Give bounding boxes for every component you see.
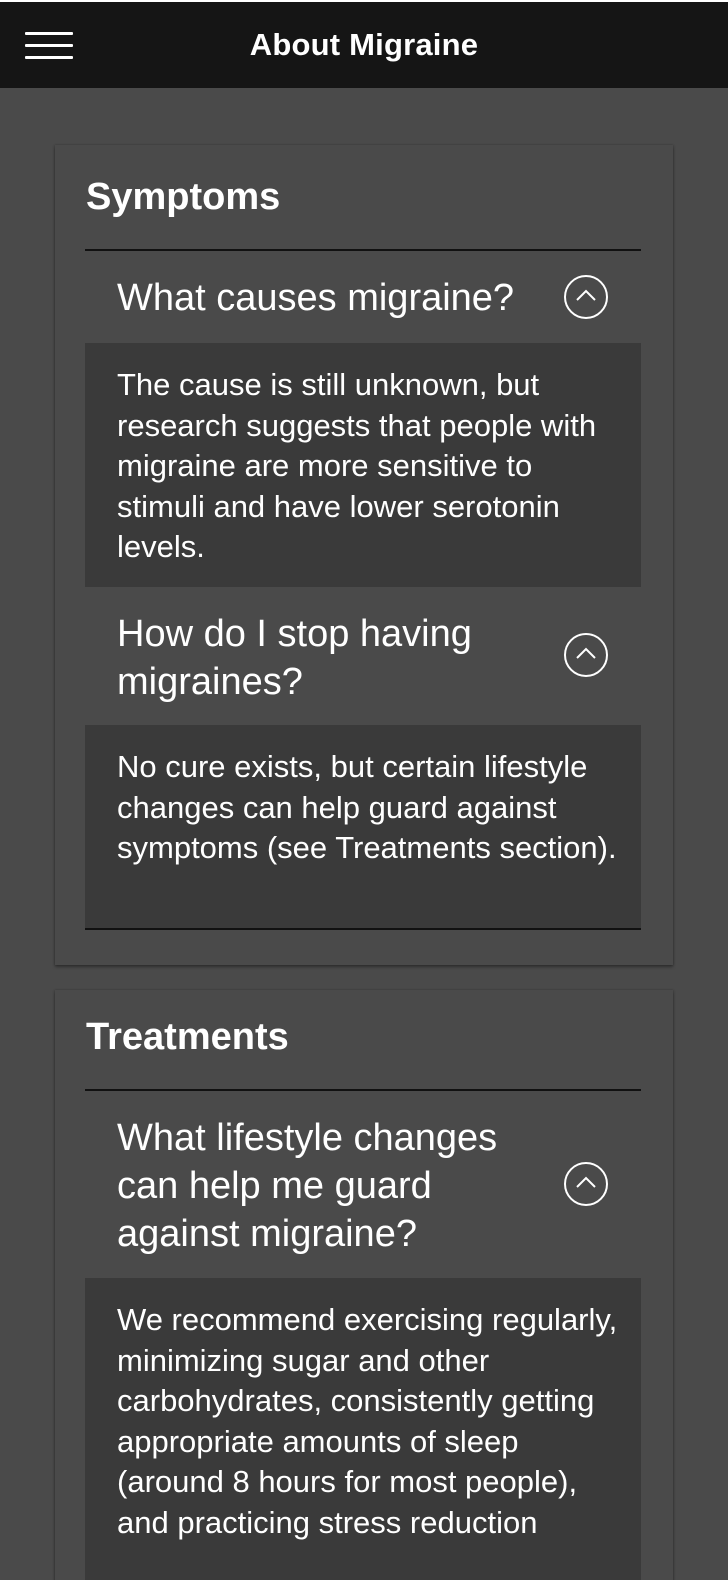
section-title-symptoms: Symptoms [86, 176, 281, 218]
section-divider [85, 249, 641, 251]
top-app-bar: About Migraine [0, 0, 728, 88]
symptoms-card: Symptoms What causes migraine? The cause… [55, 145, 673, 965]
page-title: About Migraine [249, 27, 479, 62]
faq-question-causes[interactable]: What causes migraine? [117, 274, 547, 322]
faq-answer-causes: The cause is still unknown, but research… [85, 343, 641, 587]
chevron-up-icon[interactable] [564, 633, 608, 677]
section-title-treatments: Treatments [86, 1016, 289, 1058]
chevron-up-icon[interactable] [564, 275, 608, 319]
treatments-card: Treatments What lifestyle changes can he… [55, 990, 673, 1580]
faq-answer-lifestyle: We recommend exercising regularly, minim… [85, 1278, 641, 1580]
section-divider [85, 1089, 641, 1091]
faq-answer-stop: No cure exists, but certain lifestyle ch… [85, 725, 641, 930]
faq-question-lifestyle[interactable]: What lifestyle changes can help me guard… [117, 1114, 547, 1258]
faq-question-stop[interactable]: How do I stop having migraines? [117, 610, 547, 706]
chevron-up-icon[interactable] [564, 1162, 608, 1206]
hamburger-menu-icon[interactable] [25, 31, 73, 61]
about-migraine-screen: About Migraine Symptoms What causes migr… [0, 0, 728, 1580]
